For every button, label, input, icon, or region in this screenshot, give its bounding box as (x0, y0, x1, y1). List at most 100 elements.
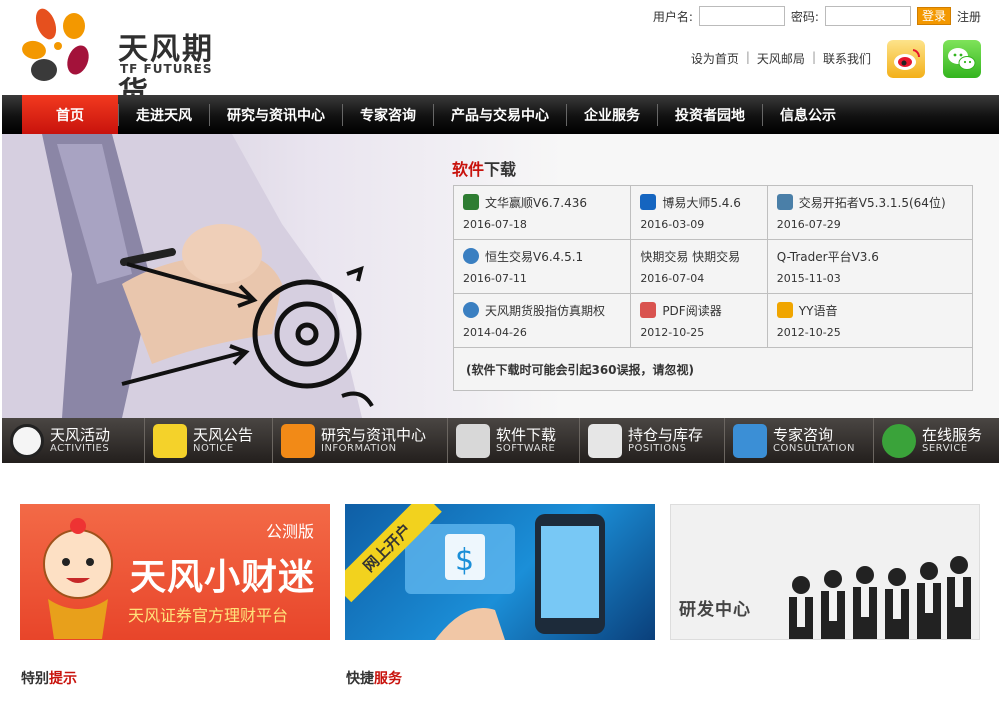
mascot-icon (43, 518, 113, 639)
boyi-icon (640, 194, 657, 210)
download-title: 软件下载 (452, 156, 516, 180)
quick-sublabel: INFORMATION (321, 442, 397, 454)
section-heading-notice: 特别提示 (21, 668, 77, 688)
svg-text:$: $ (455, 543, 474, 578)
download-item[interactable]: 天风期货股指仿真期权 2014-04-26 (454, 294, 632, 347)
download-item-date: 2012-10-25 (776, 326, 841, 339)
rss-icon (281, 423, 315, 458)
download-title-rest: 下载 (484, 160, 517, 179)
section-heading-quick-service: 快捷服务 (346, 668, 402, 688)
wenhua-icon (463, 194, 479, 210)
chart-icon (588, 423, 622, 458)
nav-home[interactable]: 首页 (22, 95, 118, 134)
beta-tag: 公测版 (265, 522, 314, 541)
weibo-icon[interactable] (887, 40, 925, 78)
notepad-icon (153, 423, 187, 458)
section-heading-red: 提示 (49, 671, 77, 687)
tb-icon (776, 194, 793, 210)
quick-label: 研究与资讯中心 (321, 425, 427, 444)
quick-label: 天风活动 (50, 425, 111, 444)
download-item[interactable]: PDF阅读器 2012-10-25 (631, 294, 768, 347)
download-item-date: 2016-07-18 (463, 218, 527, 231)
wechat-icon[interactable] (943, 40, 981, 78)
download-item-name[interactable]: 快期交易 快期交易 (640, 248, 740, 265)
download-item[interactable]: Q-Trader平台V3.6 2015-11-03 (768, 240, 972, 293)
quick-sublabel: CONSULTATION (773, 442, 856, 454)
password-label: 密码: (790, 9, 819, 24)
download-item[interactable]: 博易大师5.4.6 2016-03-09 (631, 186, 768, 239)
download-item-date: 2015-11-03 (776, 272, 841, 285)
download-row: 文华赢顺V6.7.436 2016-07-18 博易大师5.4.6 2016-0… (454, 186, 972, 240)
login-button[interactable]: 登录 (916, 7, 951, 25)
quick-label: 软件下载 (496, 425, 557, 444)
hundsun-icon (463, 302, 479, 318)
banner-title: 天风小财迷 (130, 557, 316, 598)
main-nav: 首页 走进天风 研究与资讯中心 专家咨询 产品与交易中心 企业服务 投资者园地 … (2, 95, 999, 134)
quick-sublabel: SERVICE (922, 442, 968, 454)
quick-label: 持仓与库存 (628, 425, 704, 444)
download-row: 天风期货股指仿真期权 2014-04-26 PDF阅读器 2012-10-25 … (454, 294, 972, 348)
set-homepage-link[interactable]: 设为首页 (691, 50, 739, 67)
quick-sublabel: NOTICE (193, 442, 234, 454)
download-item-name[interactable]: PDF阅读器 (662, 302, 721, 319)
separator: | (811, 50, 816, 64)
quick-label: 天风公告 (193, 425, 254, 444)
download-item-name[interactable]: YY语音 (799, 302, 838, 319)
quick-notice[interactable]: 天风公告 NOTICE (145, 418, 273, 463)
quick-software[interactable]: 软件下载 SOFTWARE (448, 418, 580, 463)
quick-information[interactable]: 研究与资讯中心 INFORMATION (273, 418, 448, 463)
logo[interactable]: 天风期货 TF FUTURES (20, 4, 230, 111)
download-icon (456, 423, 490, 458)
hundsun-icon (463, 248, 479, 264)
banner-subtitle: 天风证券官方理财平台 (128, 606, 289, 625)
nav-research[interactable]: 研究与资讯中心 (210, 95, 342, 134)
password-input[interactable] (824, 6, 911, 26)
quick-label: 在线服务 (922, 425, 983, 444)
quick-consultation[interactable]: 专家咨询 CONSULTATION (725, 418, 874, 463)
download-item-name[interactable]: 天风期货股指仿真期权 (485, 302, 605, 319)
download-item[interactable]: 快期交易 快期交易 2016-07-04 (631, 240, 768, 293)
download-item-name[interactable]: Q-Trader平台V3.6 (777, 248, 879, 265)
download-item[interactable]: 文华赢顺V6.7.436 2016-07-18 (454, 186, 632, 239)
nav-disclosure[interactable]: 信息公示 (763, 95, 853, 134)
download-item-name[interactable]: 恒生交易V6.4.5.1 (485, 248, 583, 265)
username-label: 用户名: (652, 9, 693, 24)
section-heading-plain: 快捷 (346, 671, 374, 687)
register-link[interactable]: 注册 (957, 8, 981, 25)
download-row: 恒生交易V6.4.5.1 2016-07-11 快期交易 快期交易 2016-0… (454, 240, 972, 294)
nav-enterprise[interactable]: 企业服务 (567, 95, 657, 134)
quick-label: 专家咨询 (773, 425, 834, 444)
quick-link-bar: 天风活动 ACTIVITIES 天风公告 NOTICE 研究与资讯中心 INFORMA… (2, 418, 999, 463)
nav-products[interactable]: 产品与交易中心 (434, 95, 566, 134)
quick-sublabel: POSITIONS (628, 442, 687, 454)
quick-sublabel: SOFTWARE (496, 442, 556, 454)
quick-positions[interactable]: 持仓与库存 POSITIONS (580, 418, 725, 463)
download-item-date: 2014-04-26 (463, 326, 527, 339)
download-item-name[interactable]: 交易开拓者V5.3.1.5(64位) (799, 194, 946, 211)
contact-link[interactable]: 联系我们 (823, 50, 871, 67)
yy-icon (776, 302, 793, 318)
quick-service[interactable]: 在线服务 SERVICE (874, 418, 999, 463)
download-item[interactable]: 恒生交易V6.4.5.1 2016-07-11 (454, 240, 632, 293)
download-title-red: 软件 (452, 160, 485, 179)
expert-icon (733, 423, 767, 458)
download-note: (软件下载时可能会引起360误报，请忽视) (466, 362, 695, 377)
download-item-date: 2016-07-29 (776, 218, 841, 231)
download-table: 文华赢顺V6.7.436 2016-07-18 博易大师5.4.6 2016-0… (453, 185, 973, 391)
separator: | (745, 50, 750, 64)
download-item-name[interactable]: 文华赢顺V6.7.436 (485, 194, 587, 211)
clock-icon (10, 423, 44, 458)
username-input[interactable] (698, 6, 785, 26)
download-item[interactable]: 交易开拓者V5.3.1.5(64位) 2016-07-29 (768, 186, 972, 239)
nav-about[interactable]: 走进天风 (119, 95, 209, 134)
section-heading-red: 服务 (374, 671, 402, 687)
promo-banner-research[interactable]: 研发中心 (670, 504, 980, 640)
nav-investor[interactable]: 投资者园地 (658, 95, 762, 134)
mail-link[interactable]: 天风邮局 (757, 50, 805, 67)
download-item[interactable]: YY语音 2012-10-25 (768, 294, 972, 347)
promo-banner-xiaocaimi[interactable]: 公测版 天风小财迷 天风证券官方理财平台 (20, 504, 330, 640)
download-item-name[interactable]: 博易大师5.4.6 (662, 194, 741, 211)
nav-expert[interactable]: 专家咨询 (343, 95, 433, 134)
quick-activities[interactable]: 天风活动 ACTIVITIES (2, 418, 145, 463)
promo-banner-online-account[interactable]: $ 网上开户 (345, 504, 655, 640)
